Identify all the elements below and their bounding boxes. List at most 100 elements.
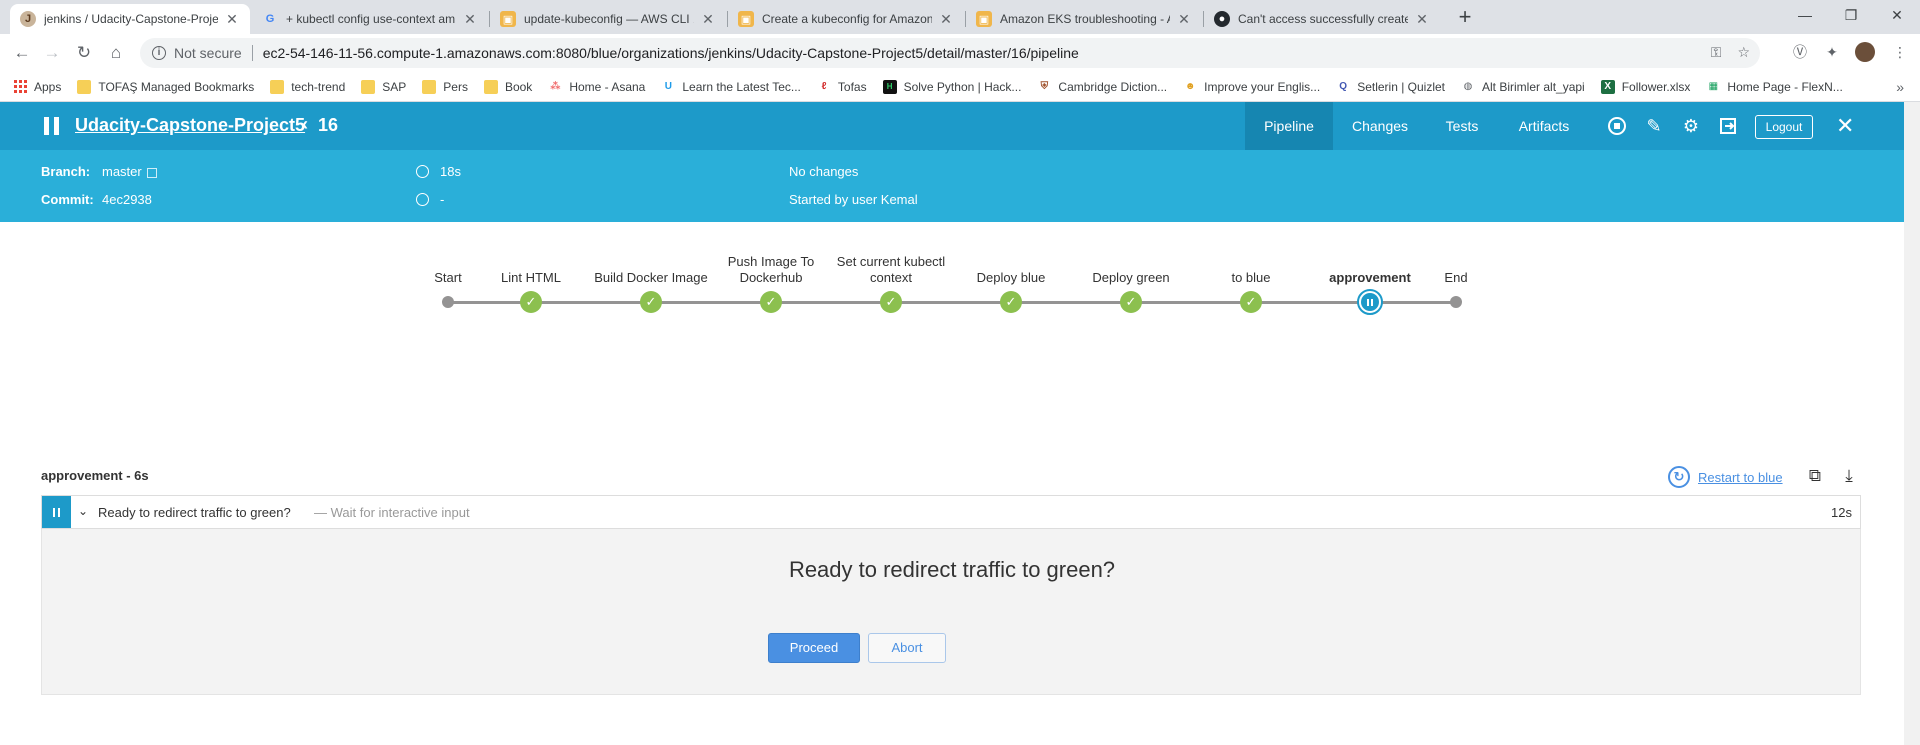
info-icon[interactable]: i (152, 46, 166, 60)
paused-stage-icon[interactable] (1357, 289, 1383, 315)
logout-button[interactable]: Logout (1755, 115, 1813, 139)
github-favicon-icon: ● (1214, 11, 1230, 27)
bookmark-item[interactable]: ℓ Tofas (817, 80, 866, 94)
browser-tab-github[interactable]: ● Can't access successfully created ✕ (1204, 4, 1440, 34)
exit-icon[interactable] (1717, 115, 1739, 137)
tab-close-icon[interactable]: ✕ (1176, 11, 1192, 28)
success-check-icon[interactable]: ✓ (880, 291, 902, 313)
bookmark-item[interactable]: TOFAŞ Managed Bookmarks (77, 79, 254, 94)
star-icon[interactable]: ☆ (1737, 44, 1750, 61)
browser-tab-google[interactable]: G + kubectl config use-context am ✕ (252, 4, 488, 34)
vivaldi-extension-icon[interactable]: Ⓥ (1790, 42, 1810, 62)
commit-value[interactable]: 4ec2938 (102, 192, 152, 207)
stage-label: End (1444, 270, 1468, 285)
globe-icon: ◍ (1463, 81, 1473, 92)
tab-close-icon[interactable]: ✕ (938, 11, 954, 28)
back-arrow-icon[interactable]: ← (10, 41, 34, 65)
stage-label-wrap: Deploy blue (951, 250, 1071, 286)
project-link[interactable]: Udacity-Capstone-Project5 (75, 115, 305, 136)
bookmark-item[interactable]: Q Setlerin | Quizlet (1336, 80, 1445, 94)
page-scrollbar[interactable] (1904, 102, 1920, 745)
external-link-icon (146, 167, 157, 178)
address-bar[interactable]: i Not secure ec2-54-146-11-56.compute-1.… (140, 38, 1760, 68)
success-check-icon[interactable]: ✓ (1000, 291, 1022, 313)
jenkins-header: Udacity-Capstone-Project5 ‹ 16 Pipeline … (0, 102, 1904, 150)
download-icon[interactable]: ⤓ (1839, 466, 1859, 486)
stage-label-wrap: Lint HTML (471, 250, 591, 286)
success-check-icon[interactable]: ✓ (760, 291, 782, 313)
forward-arrow-icon[interactable]: → (40, 41, 64, 65)
success-check-icon[interactable]: ✓ (520, 291, 542, 313)
profile-avatar[interactable] (1855, 42, 1875, 62)
folder-icon (270, 79, 285, 94)
success-check-icon[interactable]: ✓ (1120, 291, 1142, 313)
success-check-icon[interactable]: ✓ (640, 291, 662, 313)
browser-tab-eks[interactable]: ▣ Amazon EKS troubleshooting - A ✕ (966, 4, 1202, 34)
branch-name: master (102, 164, 142, 179)
folder-icon (77, 79, 92, 94)
bookmark-item[interactable]: Pers (422, 79, 468, 94)
tab-close-icon[interactable]: ✕ (224, 11, 240, 28)
hackerrank-icon: H (882, 79, 897, 94)
stop-icon[interactable] (1606, 115, 1628, 137)
restore-icon[interactable]: ❐ (1828, 0, 1874, 34)
bookmarks-more-icon[interactable]: » (1896, 79, 1904, 95)
chevron-down-icon[interactable]: ⌄ (78, 504, 88, 518)
browser-tab-aws-cli[interactable]: ▣ update-kubeconfig — AWS CLI 1 ✕ (490, 4, 726, 34)
restart-stage-link[interactable]: ↻ Restart to blue (1668, 466, 1783, 488)
puzzle-extensions-icon[interactable]: ✦ (1822, 42, 1842, 62)
reload-icon[interactable]: ↻ (72, 41, 96, 65)
tab-title: Create a kubeconfig for Amazon (762, 12, 932, 26)
tab-close-icon[interactable]: ✕ (700, 11, 716, 28)
browser-tab-jenkins[interactable]: J jenkins / Udacity-Capstone-Proje ✕ (10, 4, 250, 34)
bookmark-item[interactable]: ⁂ Home - Asana (548, 80, 645, 94)
google-favicon-icon: G (265, 13, 275, 25)
tab-pipeline[interactable]: Pipeline (1245, 102, 1333, 150)
cambridge-shield-icon: ⛨ (1040, 81, 1049, 92)
abort-button[interactable]: Abort (868, 633, 946, 663)
bookmark-item[interactable]: ▦ Home Page - FlexN... (1706, 80, 1843, 94)
end-node-icon[interactable] (1450, 296, 1462, 308)
proceed-button[interactable]: Proceed (768, 633, 860, 663)
bookmark-apps[interactable]: Apps (14, 80, 61, 94)
run-details-bar: Branch: master Commit: 4ec2938 18s - No … (0, 150, 1904, 222)
browser-tab-kubeconfig[interactable]: ▣ Create a kubeconfig for Amazon ✕ (728, 4, 964, 34)
bookmark-item[interactable]: tech-trend (270, 79, 345, 94)
tab-title: Can't access successfully created (1238, 12, 1408, 26)
new-tab-button[interactable]: + (1452, 5, 1478, 31)
minimize-icon[interactable]: — (1782, 0, 1828, 34)
step-row[interactable]: ⌄ Ready to redirect traffic to green? — … (41, 495, 1861, 529)
bookmark-item[interactable]: SAP (361, 79, 406, 94)
success-check-icon[interactable]: ✓ (1240, 291, 1262, 313)
start-node-icon[interactable] (442, 296, 454, 308)
close-window-icon[interactable]: ✕ (1874, 0, 1920, 34)
run-number: 16 (318, 115, 339, 135)
bookmark-item[interactable]: ◍ Alt Birimler alt_yapi (1461, 80, 1585, 94)
bookmark-item[interactable]: H Solve Python | Hack... (882, 79, 1021, 94)
open-external-icon[interactable]: ⧉ (1805, 466, 1825, 486)
omnibox-actions: ⚿ ☆ (1711, 44, 1750, 61)
bookmark-item[interactable]: ⛨ Cambridge Diction... (1037, 80, 1167, 94)
home-icon[interactable]: ⌂ (104, 41, 128, 65)
tab-close-icon[interactable]: ✕ (1414, 11, 1430, 28)
security-label: Not secure (174, 45, 242, 61)
bookmark-item[interactable]: X Follower.xlsx (1600, 79, 1690, 94)
tab-tests[interactable]: Tests (1428, 102, 1496, 150)
chevron-left-icon: ‹ (302, 114, 308, 134)
kebab-menu-icon[interactable]: ⋮ (1890, 42, 1910, 62)
bookmark-item[interactable]: Book (483, 79, 532, 94)
close-icon[interactable]: ✕ (1836, 113, 1854, 139)
url-text[interactable]: ec2-54-146-11-56.compute-1.amazonaws.com… (263, 45, 1079, 61)
tab-title: jenkins / Udacity-Capstone-Proje (44, 12, 218, 26)
tab-close-icon[interactable]: ✕ (462, 11, 478, 28)
key-icon[interactable]: ⚿ (1711, 44, 1722, 61)
stage-label: Build Docker Image (594, 270, 708, 285)
gear-icon[interactable]: ⚙ (1680, 115, 1702, 137)
tab-artifacts[interactable]: Artifacts (1504, 102, 1584, 150)
stage-label-wrap: Deploy green (1071, 250, 1191, 286)
edit-pencil-icon[interactable]: ✎ (1643, 115, 1665, 137)
tab-changes[interactable]: Changes (1340, 102, 1420, 150)
bookmark-item[interactable]: ☻ Improve your Englis... (1183, 80, 1320, 94)
bookmark-item[interactable]: U Learn the Latest Tec... (661, 80, 801, 94)
branch-value[interactable]: master (102, 164, 157, 179)
